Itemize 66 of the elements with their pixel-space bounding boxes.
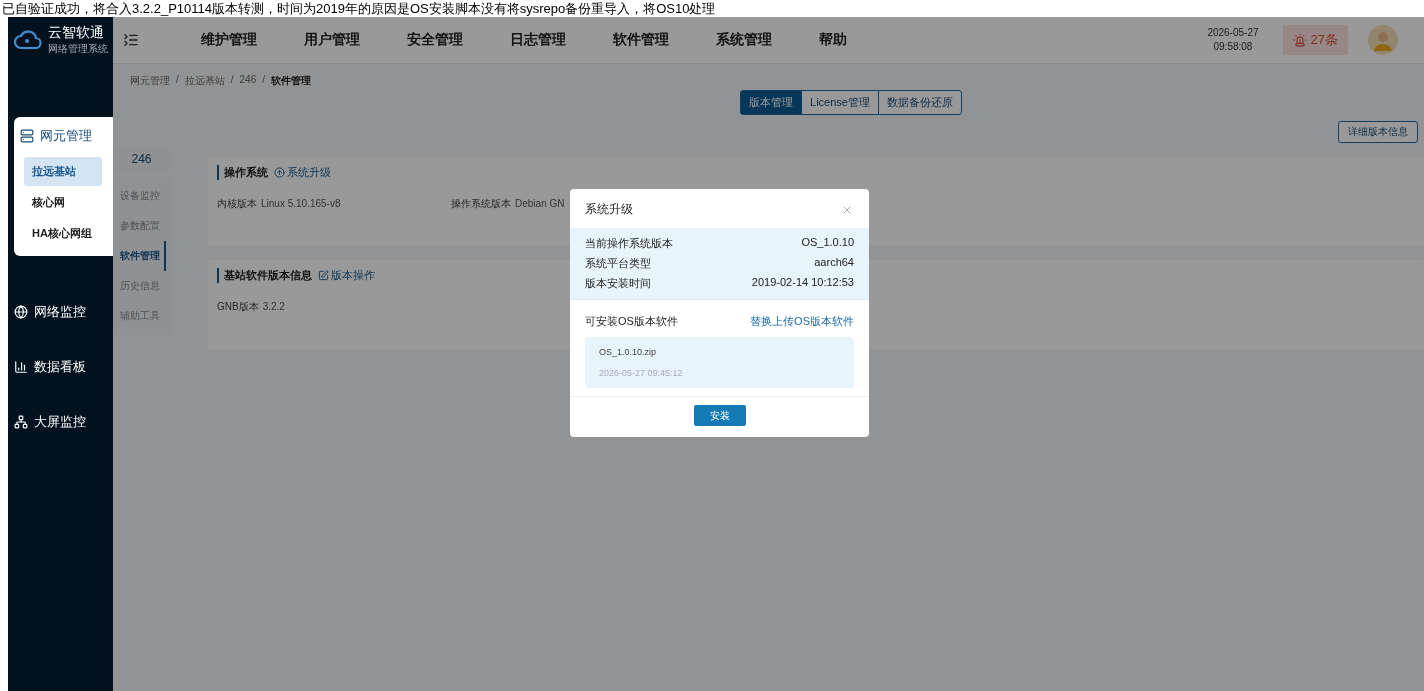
sidebar-group-label: 大屏监控 <box>34 412 86 431</box>
card-title: 操作系统 <box>224 165 268 180</box>
avatar-icon[interactable] <box>1368 25 1398 55</box>
alarm-icon <box>1292 33 1307 47</box>
sidebar-group-label: 数据看板 <box>34 357 86 376</box>
nav-item[interactable]: 维护管理 <box>201 31 257 49</box>
sidebar-item[interactable]: 核心网 <box>24 188 102 217</box>
edit-icon <box>318 270 329 281</box>
globe-icon <box>14 304 28 319</box>
tab[interactable]: 数据备份还原 <box>877 90 962 115</box>
breadcrumb-separator: / <box>262 74 266 87</box>
breadcrumb-separator: / <box>230 74 234 87</box>
sidebar-group[interactable]: 网元管理 <box>14 117 113 155</box>
sidebar-item[interactable]: 拉远基站 <box>24 157 102 186</box>
info-label: 当前操作系统版本 <box>585 236 673 251</box>
breadcrumb-item[interactable]: 网元管理 <box>130 74 170 88</box>
caption-text: 已自验证成功，将合入3.2.2_P10114版本转测，时间为2019年的原因是OS安装脚本没有将sysrepo备份重导入，将OS10处理 <box>1 0 717 17</box>
info-value: 2019-02-14 10:12:53 <box>751 276 854 290</box>
info-value: OS_1.0.10 <box>801 236 854 250</box>
breadcrumb-item[interactable]: 246 <box>239 74 257 88</box>
brand-name: 云智软通 <box>48 24 105 42</box>
package-label: 可安装OS版本软件 <box>585 314 678 329</box>
sidebar-group-label: 网络监控 <box>34 302 86 321</box>
package-file-card[interactable]: OS_1.0.10.zip 2026-05-27 09:45:12 <box>585 337 854 388</box>
date-text: 2026-05-27 <box>1207 26 1259 40</box>
install-button[interactable]: 安装 <box>693 405 746 426</box>
brand-subtitle: 网络管理系统 <box>48 42 108 56</box>
time-text: 09:58:08 <box>1213 40 1253 54</box>
sidebar-group-label: 网元管理 <box>40 127 92 145</box>
nav-item[interactable]: 帮助 <box>819 31 847 49</box>
breadcrumb-separator: / <box>176 74 179 87</box>
card-title: 基站软件版本信息 <box>224 268 312 283</box>
field-text: 内核版本 Linux 5.10.165-v8 <box>217 197 341 211</box>
server-icon <box>20 129 34 143</box>
device-menu-item[interactable]: 软件管理 <box>113 241 166 271</box>
chart-icon <box>14 359 28 374</box>
card-action-link[interactable]: 系统升级 <box>274 165 331 180</box>
sidebar-group[interactable]: 大屏监控 <box>8 394 113 449</box>
menu-icon[interactable] <box>123 32 139 48</box>
replace-upload-link[interactable]: 替换上传OS版本软件 <box>750 314 854 329</box>
network-icon <box>14 414 28 429</box>
dialog-title: 系统升级 <box>585 201 633 218</box>
info-label: 版本安装时间 <box>585 276 651 291</box>
upgrade-icon <box>274 167 285 178</box>
field-text: 操作系统版本 Debian GN <box>451 197 565 211</box>
sidebar-item[interactable]: HA核心网组 <box>24 219 102 248</box>
cloud-logo-icon <box>14 29 42 51</box>
tab[interactable]: License管理 <box>801 90 879 115</box>
nav-item[interactable]: 软件管理 <box>613 31 669 49</box>
breadcrumb-item[interactable]: 软件管理 <box>271 74 312 88</box>
tab[interactable]: 版本管理 <box>740 90 803 115</box>
field-text: GNB版本 3.2.2 <box>217 300 285 314</box>
detail-button[interactable]: 详细版本信息 <box>1338 121 1418 143</box>
file-time: 2026-05-27 09:45:12 <box>599 368 684 378</box>
nav-item[interactable]: 安全管理 <box>407 31 463 49</box>
sidebar-group[interactable]: 网络监控 <box>8 284 113 339</box>
card-action-link[interactable]: 版本操作 <box>318 268 375 283</box>
info-value: aarch64 <box>814 256 854 270</box>
file-name: OS_1.0.10.zip <box>599 347 658 357</box>
breadcrumb-item[interactable]: 拉远基站 <box>184 74 225 88</box>
alarm-count: 27条 <box>1310 31 1338 49</box>
info-label: 系统平台类型 <box>585 256 651 271</box>
sidebar-group[interactable]: 数据看板 <box>8 339 113 394</box>
nav-item[interactable]: 日志管理 <box>510 31 566 49</box>
nav-item[interactable]: 系统管理 <box>716 31 772 49</box>
nav-item[interactable]: 用户管理 <box>304 31 360 49</box>
